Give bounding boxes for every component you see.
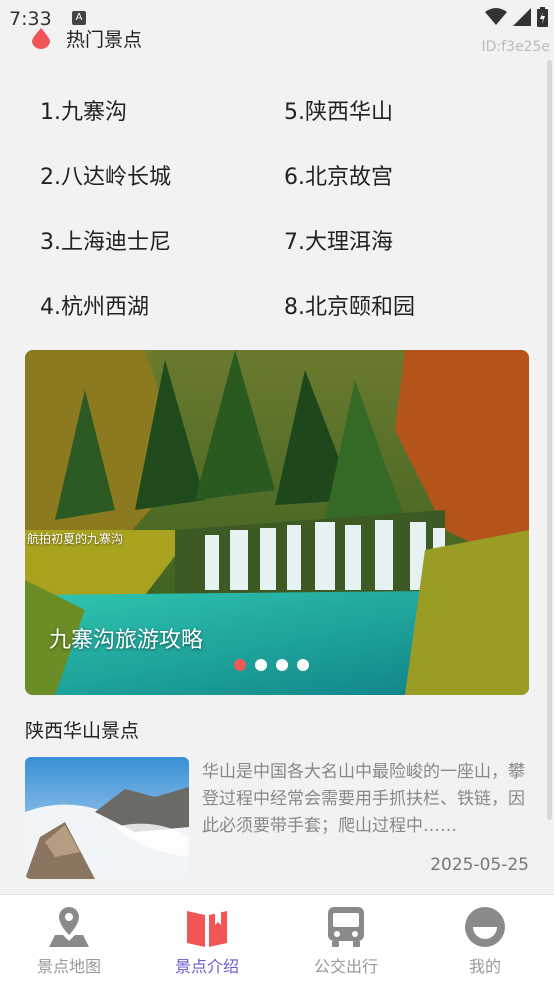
scrollbar[interactable] (547, 60, 552, 820)
profile-icon (465, 907, 505, 947)
bus-icon (328, 907, 364, 947)
section-title: 陕西华山景点 (25, 720, 140, 742)
page-title: 热门景点 (66, 28, 143, 51)
carousel-dot[interactable] (276, 659, 288, 671)
drop-icon (32, 28, 50, 49)
carousel-dot[interactable] (297, 659, 309, 671)
tab-bus[interactable]: 公交出行 (277, 895, 415, 984)
spot-item[interactable]: 4.杭州西湖 (40, 289, 149, 321)
carousel-dot[interactable] (255, 659, 267, 671)
spot-item[interactable]: 6.北京故宫 (284, 159, 393, 191)
spot-item[interactable]: 5.陕西华山 (284, 94, 393, 126)
tab-label: 我的 (468, 957, 501, 976)
spot-item[interactable]: 8.北京颐和园 (284, 289, 415, 321)
banner-small-caption: 航拍初夏的九寨沟 (27, 532, 124, 546)
spot-item[interactable]: 1.九寨沟 (40, 94, 127, 126)
tab-introduction[interactable]: 景点介绍 (138, 895, 276, 984)
spot-item[interactable]: 7.大理洱海 (284, 224, 393, 256)
watermark: ID:f3e25e (481, 39, 550, 55)
wifi-icon (485, 8, 507, 25)
spot-item[interactable]: 2.八达岭长城 (40, 159, 171, 191)
mountain-image (25, 757, 189, 879)
tab-map[interactable]: 景点地图 (0, 895, 138, 984)
map-pin-icon (49, 907, 89, 947)
banner-caption: 九寨沟旅游攻略 (49, 628, 204, 653)
section-header: 热门景点 (30, 24, 142, 52)
article-date: 2025-05-25 (430, 855, 529, 875)
book-icon (187, 911, 227, 947)
carousel-dot-active[interactable] (234, 659, 246, 671)
battery-icon (537, 7, 548, 27)
article-description: 华山是中国各大名山中最险峻的一座山，攀登过程中经常会需要用手抓扶栏、铁链，因此必… (202, 762, 525, 836)
bottom-tab-bar: 景点地图 景点介绍 公交出行 我的 (0, 894, 554, 984)
article-thumbnail (25, 757, 189, 879)
article-card[interactable]: 华山是中国各大名山中最险峻的一座山，攀登过程中经常会需要用手抓扶栏、铁链，因此必… (25, 757, 529, 879)
tab-label: 景点介绍 (174, 957, 239, 976)
status-icons (485, 6, 548, 28)
notification-icon: A (72, 11, 86, 25)
carousel-indicator (234, 659, 309, 671)
tab-label: 公交出行 (313, 957, 378, 976)
signal-icon (513, 8, 531, 26)
tab-profile[interactable]: 我的 (416, 895, 554, 984)
tab-label: 景点地图 (36, 957, 101, 976)
spot-item[interactable]: 3.上海迪士尼 (40, 224, 171, 256)
banner-carousel[interactable]: 航拍初夏的九寨沟 九寨沟旅游攻略 (25, 350, 529, 695)
